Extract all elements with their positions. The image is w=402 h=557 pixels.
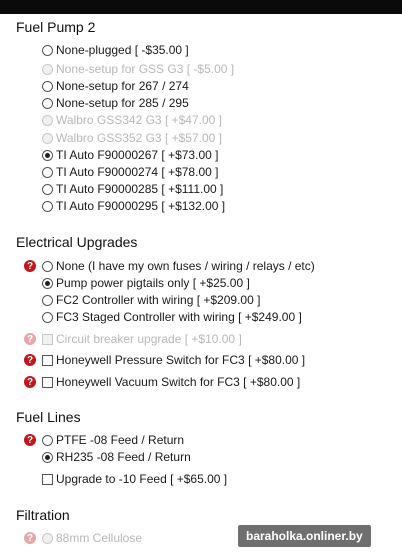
- help-icon[interactable]: ?: [24, 354, 36, 366]
- option-label[interactable]: None-setup for 267 / 274: [56, 79, 189, 93]
- top-bar: [0, 0, 402, 14]
- radio-button[interactable]: [42, 150, 53, 161]
- option-label[interactable]: None-setup for 285 / 295: [56, 96, 189, 110]
- option-label[interactable]: PTFE -08 Feed / Return: [56, 433, 184, 447]
- radio-button[interactable]: [42, 452, 53, 463]
- radio-button[interactable]: [42, 278, 53, 289]
- radio-button[interactable]: [42, 435, 53, 446]
- option-label[interactable]: TI Auto F90000295 [ +$132.00 ]: [56, 199, 225, 213]
- option-label[interactable]: FC3 Staged Controller with wiring [ +$24…: [56, 310, 302, 324]
- option-label[interactable]: Pump power pigtails only [ +$25.00 ]: [56, 276, 250, 290]
- section-title-electrical-upgrades: Electrical Upgrades: [16, 234, 138, 250]
- option-label[interactable]: Upgrade to -10 Feed [ +$65.00 ]: [56, 472, 227, 486]
- section-title-fuel-pump-2: Fuel Pump 2: [16, 19, 96, 35]
- help-icon[interactable]: ?: [24, 434, 36, 446]
- option-label[interactable]: RH235 -08 Feed / Return: [56, 450, 191, 464]
- option-label: Walbro GSS352 G3 [ +$57.00 ]: [56, 131, 222, 145]
- option-label: Circuit breaker upgrade [ +$10.00 ]: [56, 332, 242, 346]
- option-label[interactable]: TI Auto F90000267 [ +$73.00 ]: [56, 148, 218, 162]
- checkbox: [42, 334, 53, 345]
- checkbox[interactable]: [42, 474, 53, 485]
- radio-button[interactable]: [42, 295, 53, 306]
- radio-button[interactable]: [42, 45, 53, 56]
- option-label[interactable]: Honeywell Vacuum Switch for FC3 [ +$80.0…: [56, 375, 300, 389]
- section-title-filtration: Filtration: [16, 507, 70, 523]
- radio-button[interactable]: [42, 184, 53, 195]
- help-icon[interactable]: ?: [24, 376, 36, 388]
- checkbox[interactable]: [42, 377, 53, 388]
- radio-button: [42, 115, 53, 126]
- watermark: baraholka.onliner.by: [238, 525, 371, 547]
- option-label[interactable]: TI Auto F90000285 [ +$111.00 ]: [56, 182, 223, 196]
- radio-button[interactable]: [42, 81, 53, 92]
- option-label: 88mm Cellulose: [56, 531, 143, 545]
- option-label[interactable]: TI Auto F90000274 [ +$78.00 ]: [56, 165, 218, 179]
- help-icon[interactable]: ?: [24, 260, 36, 272]
- radio-button[interactable]: [42, 167, 53, 178]
- radio-button: [42, 64, 53, 75]
- help-icon[interactable]: ?: [24, 532, 36, 544]
- radio-button: [42, 133, 53, 144]
- radio-button[interactable]: [42, 312, 53, 323]
- option-label[interactable]: None (I have my own fuses / wiring / rel…: [56, 259, 315, 273]
- radio-button: [42, 533, 53, 544]
- checkbox[interactable]: [42, 355, 53, 366]
- option-label: None-setup for GSS G3 [ -$5.00 ]: [56, 62, 235, 76]
- help-icon[interactable]: ?: [24, 333, 36, 345]
- radio-button[interactable]: [42, 261, 53, 272]
- option-label[interactable]: Honeywell Pressure Switch for FC3 [ +$80…: [56, 353, 305, 367]
- option-label: Walbro GSS342 G3 [ +$47.00 ]: [56, 113, 222, 127]
- radio-button[interactable]: [42, 98, 53, 109]
- radio-button[interactable]: [42, 201, 53, 212]
- section-title-fuel-lines: Fuel Lines: [16, 409, 81, 425]
- option-label[interactable]: None-plugged [ -$35.00 ]: [56, 43, 189, 57]
- option-label[interactable]: FC2 Controller with wiring [ +$209.00 ]: [56, 293, 260, 307]
